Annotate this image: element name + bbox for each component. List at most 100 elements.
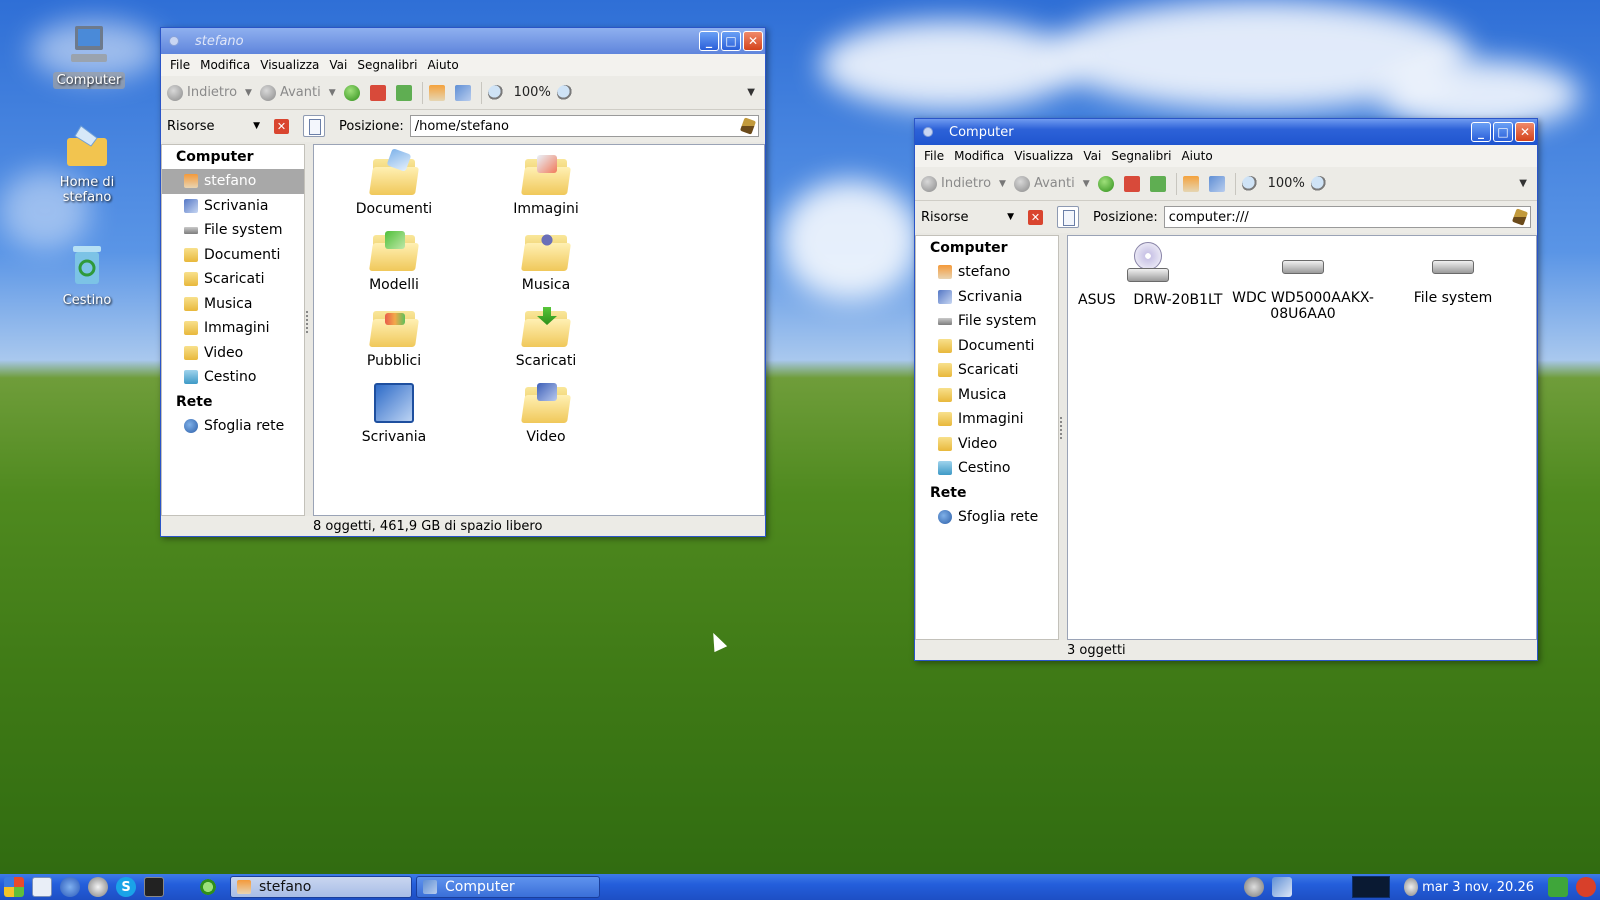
sidebar-selector[interactable]: Risorse ▼ ✕: [915, 209, 1057, 225]
forward-button[interactable]: Avanti ▼: [1013, 175, 1090, 192]
back-button[interactable]: Indietro ▼: [167, 84, 252, 101]
file-item-pubblici[interactable]: Pubblici: [334, 307, 454, 369]
menu-vai[interactable]: Vai: [1078, 149, 1106, 163]
clock[interactable]: mar 3 nov, 20.26: [1422, 880, 1534, 895]
sidebar-item-documenti[interactable]: Documenti: [916, 334, 1058, 359]
mail-icon[interactable]: [88, 877, 108, 897]
terminal-icon[interactable]: [144, 877, 164, 897]
back-dropdown-icon[interactable]: ▼: [245, 88, 252, 98]
clear-icon[interactable]: [1511, 208, 1529, 226]
sidebar-item-filesystem[interactable]: File system: [916, 309, 1058, 334]
stop-icon[interactable]: [1123, 175, 1140, 192]
skype-icon[interactable]: S: [116, 877, 136, 897]
zoom-in-icon[interactable]: [556, 84, 573, 101]
minimize-button[interactable]: _: [1471, 122, 1491, 142]
sidebar-item-documenti[interactable]: Documenti: [162, 243, 304, 268]
chevron-down-icon[interactable]: ▼: [1007, 212, 1014, 222]
menu-aiuto[interactable]: Aiuto: [1176, 149, 1217, 163]
zoom-level[interactable]: 100%: [514, 85, 551, 100]
pane-resize-handle[interactable]: [1060, 417, 1066, 440]
up-icon[interactable]: [343, 84, 360, 101]
back-dropdown-icon[interactable]: ▼: [999, 179, 1006, 189]
window-titlebar[interactable]: stefano _ □ ✕: [161, 28, 765, 54]
desktop-icon-computer[interactable]: Computer: [34, 20, 144, 89]
file-item-scaricati[interactable]: Scaricati: [486, 307, 606, 369]
menu-visualizza[interactable]: Visualizza: [1009, 149, 1078, 163]
file-item-scrivania[interactable]: Scrivania: [334, 383, 454, 445]
reload-icon[interactable]: [1149, 175, 1166, 192]
file-item-hard-disk[interactable]: WDC WD5000AAKX-08U6AA0: [1228, 250, 1378, 322]
file-item-video[interactable]: Video: [486, 383, 606, 445]
zoom-out-icon[interactable]: [1241, 175, 1258, 192]
sidebar-item-cestino[interactable]: Cestino: [162, 365, 304, 390]
chevron-down-icon[interactable]: ▼: [253, 121, 260, 131]
sidebar-item-cestino[interactable]: Cestino: [916, 456, 1058, 481]
pane-resize-handle[interactable]: [306, 311, 312, 334]
forward-button[interactable]: Avanti ▼: [259, 84, 336, 101]
browser-icon[interactable]: [60, 877, 80, 897]
close-button[interactable]: ✕: [1515, 122, 1535, 142]
window-menu-icon[interactable]: [923, 127, 933, 137]
sidebar-item-sfoglia-rete[interactable]: Sfoglia rete: [916, 505, 1058, 530]
logout-icon[interactable]: [1548, 877, 1568, 897]
clear-icon[interactable]: [739, 117, 757, 135]
show-desktop-icon[interactable]: [32, 877, 52, 897]
home-icon[interactable]: [1182, 175, 1199, 192]
sidebar-item-musica[interactable]: Musica: [162, 292, 304, 317]
menu-file[interactable]: File: [919, 149, 949, 163]
stop-icon[interactable]: [369, 84, 386, 101]
sidebar-item-video[interactable]: Video: [162, 341, 304, 366]
up-icon[interactable]: [1097, 175, 1114, 192]
menu-file[interactable]: File: [165, 58, 195, 72]
sidebar-item-scaricati[interactable]: Scaricati: [916, 358, 1058, 383]
toolbar-overflow-icon[interactable]: ▼: [1519, 178, 1527, 189]
file-item-dvd-drive[interactable]: ASUS DRW-20B1LT: [1078, 242, 1222, 308]
menu-modifica[interactable]: Modifica: [195, 58, 255, 72]
sidebar-item-immagini[interactable]: Immagini: [162, 316, 304, 341]
reload-icon[interactable]: [395, 84, 412, 101]
menu-aiuto[interactable]: Aiuto: [422, 58, 463, 72]
menu-visualizza[interactable]: Visualizza: [255, 58, 324, 72]
sidebar-item-stefano[interactable]: stefano: [916, 260, 1058, 285]
menu-vai[interactable]: Vai: [324, 58, 352, 72]
task-computer[interactable]: Computer: [416, 876, 600, 898]
minimize-button[interactable]: _: [699, 31, 719, 51]
maximize-button[interactable]: □: [721, 31, 741, 51]
window-menu-icon[interactable]: [169, 36, 179, 46]
sidebar-item-musica[interactable]: Musica: [916, 383, 1058, 408]
file-item-documenti[interactable]: Documenti: [334, 148, 454, 217]
close-sidebar-icon[interactable]: ✕: [1028, 209, 1043, 225]
sidebar-item-video[interactable]: Video: [916, 432, 1058, 457]
file-item-file-system[interactable]: File system: [1388, 250, 1518, 306]
location-input[interactable]: /home/stefano: [409, 115, 759, 137]
zoom-in-icon[interactable]: [1310, 175, 1327, 192]
close-button[interactable]: ✕: [743, 31, 763, 51]
close-sidebar-icon[interactable]: ✕: [274, 118, 289, 134]
zoom-level[interactable]: 100%: [1268, 176, 1305, 191]
sidebar-item-scrivania[interactable]: Scrivania: [162, 194, 304, 219]
sidebar-item-stefano[interactable]: stefano: [162, 169, 304, 194]
menu-segnalibri[interactable]: Segnalibri: [1106, 149, 1176, 163]
desktop-icon-trash[interactable]: Cestino: [32, 240, 142, 309]
sidebar-item-scrivania[interactable]: Scrivania: [916, 285, 1058, 310]
file-item-musica[interactable]: Musica: [486, 231, 606, 293]
task-stefano[interactable]: stefano: [230, 876, 412, 898]
desktop-icon-home[interactable]: Home di stefano: [32, 122, 142, 206]
start-menu-icon[interactable]: [4, 877, 24, 897]
network-status-icon[interactable]: [1272, 877, 1293, 897]
toolbar-overflow-icon[interactable]: ▼: [747, 87, 755, 98]
back-button[interactable]: Indietro ▼: [921, 175, 1006, 192]
sidebar-item-scaricati[interactable]: Scaricati: [162, 267, 304, 292]
file-item-immagini[interactable]: Immagini: [486, 155, 606, 217]
volume-icon[interactable]: [1244, 877, 1265, 897]
sidebar-selector[interactable]: Risorse ▼ ✕: [161, 118, 303, 134]
maximize-button[interactable]: □: [1493, 122, 1513, 142]
home-icon[interactable]: [428, 84, 445, 101]
forward-dropdown-icon[interactable]: ▼: [329, 88, 336, 98]
sidebar-item-immagini[interactable]: Immagini: [916, 407, 1058, 432]
file-item-modelli[interactable]: Modelli: [334, 231, 454, 293]
forward-dropdown-icon[interactable]: ▼: [1083, 179, 1090, 189]
sidebar-item-filesystem[interactable]: File system: [162, 218, 304, 243]
computer-icon[interactable]: [1208, 175, 1225, 192]
shutdown-icon[interactable]: [1576, 877, 1596, 897]
